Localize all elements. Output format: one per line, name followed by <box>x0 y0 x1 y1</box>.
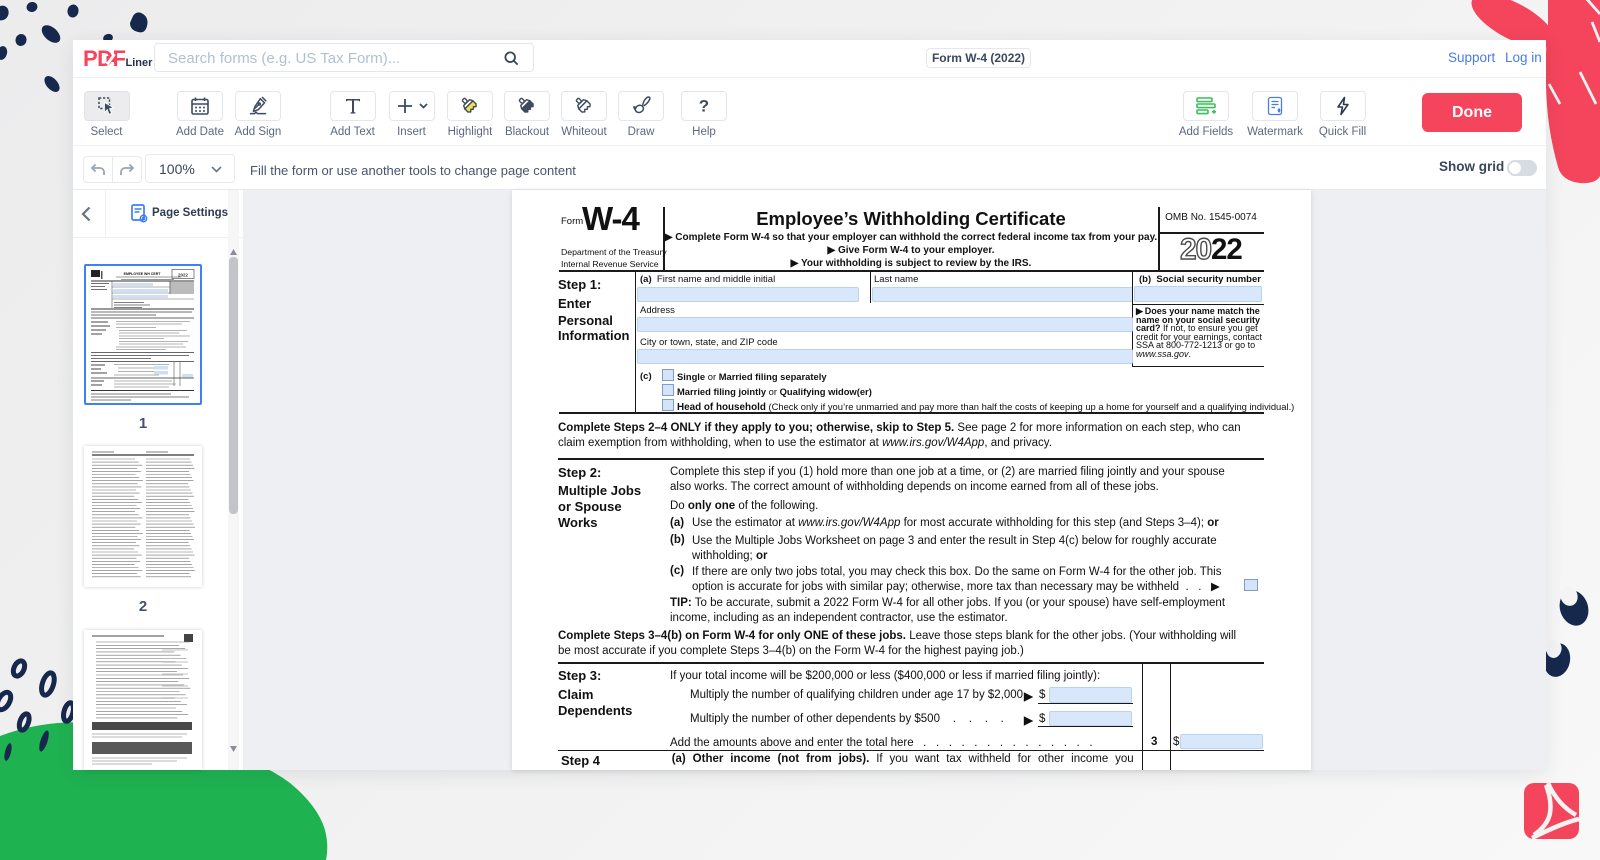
svg-text:EMPLOYEE WH CERT: EMPLOYEE WH CERT <box>124 272 162 276</box>
svg-text:2022: 2022 <box>178 272 189 277</box>
svg-text:?: ? <box>699 97 709 116</box>
